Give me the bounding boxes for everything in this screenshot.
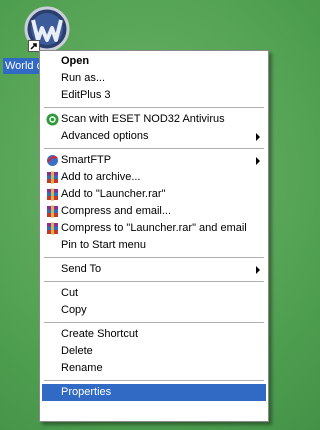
menu-item-properties[interactable]: Properties xyxy=(42,384,266,401)
menu-item-send-to[interactable]: Send To xyxy=(42,261,266,278)
menu-item-compress-to-launcher-rar-and-email[interactable]: Compress to "Launcher.rar" and email xyxy=(42,220,266,237)
winrar-icon xyxy=(46,188,59,201)
menu-item-delete[interactable]: Delete xyxy=(42,343,266,360)
submenu-arrow-icon xyxy=(256,133,260,141)
menu-item-label: Add to "Launcher.rar" xyxy=(61,188,166,200)
menu-item-label: Properties xyxy=(61,386,112,398)
menu-item-cut[interactable]: Cut xyxy=(42,285,266,302)
menu-item-smartftp[interactable]: SmartFTP xyxy=(42,152,266,169)
menu-item-scan-with-eset-nod32-antivirus[interactable]: Scan with ESET NOD32 Antivirus xyxy=(42,111,266,128)
menu-item-label: Pin to Start menu xyxy=(61,239,146,251)
context-menu: Open Run as... EditPlus 3 Scan with ESET NO… xyxy=(39,50,269,422)
winrar-icon xyxy=(46,171,59,184)
menu-item-compress-and-email[interactable]: Compress and email... xyxy=(42,203,266,220)
menu-item-label: Rename xyxy=(61,362,103,374)
winrar-icon xyxy=(46,205,59,218)
menu-item-label: Copy xyxy=(61,304,87,316)
menu-item-open[interactable]: Open xyxy=(42,53,266,70)
menu-item-label: Add to archive... xyxy=(61,171,141,183)
menu-item-label: EditPlus 3 xyxy=(61,89,111,101)
menu-separator xyxy=(44,148,264,149)
menu-item-create-shortcut[interactable]: Create Shortcut xyxy=(42,326,266,343)
menu-item-label: Send To xyxy=(61,263,102,275)
menu-separator xyxy=(44,257,264,258)
menu-item-label: Compress and email... xyxy=(61,205,172,217)
menu-item-label: Run as... xyxy=(61,72,106,84)
submenu-arrow-icon xyxy=(256,157,260,165)
menu-item-copy[interactable]: Copy xyxy=(42,302,266,319)
menu-item-label: Open xyxy=(61,55,90,67)
menu-item-label: Scan with ESET NOD32 Antivirus xyxy=(61,113,225,125)
menu-separator xyxy=(44,380,264,381)
winrar-icon xyxy=(46,222,59,235)
smartftp-icon xyxy=(46,154,59,167)
menu-item-editplus-3[interactable]: EditPlus 3 xyxy=(42,87,266,104)
menu-item-label: Cut xyxy=(61,287,79,299)
menu-item-rename[interactable]: Rename xyxy=(42,360,266,377)
eset-nod32-icon xyxy=(46,113,59,126)
menu-item-label: SmartFTP xyxy=(61,154,112,166)
menu-item-pin-to-start-menu[interactable]: Pin to Start menu xyxy=(42,237,266,254)
menu-item-add-to-launcher-rar[interactable]: Add to "Launcher.rar" xyxy=(42,186,266,203)
menu-separator xyxy=(44,322,264,323)
menu-item-label: Delete xyxy=(61,345,93,357)
menu-item-label: Advanced options xyxy=(61,130,149,142)
menu-item-advanced-options[interactable]: Advanced options xyxy=(42,128,266,145)
menu-item-label: Create Shortcut xyxy=(61,328,139,340)
menu-item-add-to-archive[interactable]: Add to archive... xyxy=(42,169,266,186)
submenu-arrow-icon xyxy=(256,266,260,274)
menu-separator xyxy=(44,107,264,108)
menu-separator xyxy=(44,281,264,282)
menu-item-label: Compress to "Launcher.rar" and email xyxy=(61,222,247,234)
menu-item-run-as[interactable]: Run as... xyxy=(42,70,266,87)
